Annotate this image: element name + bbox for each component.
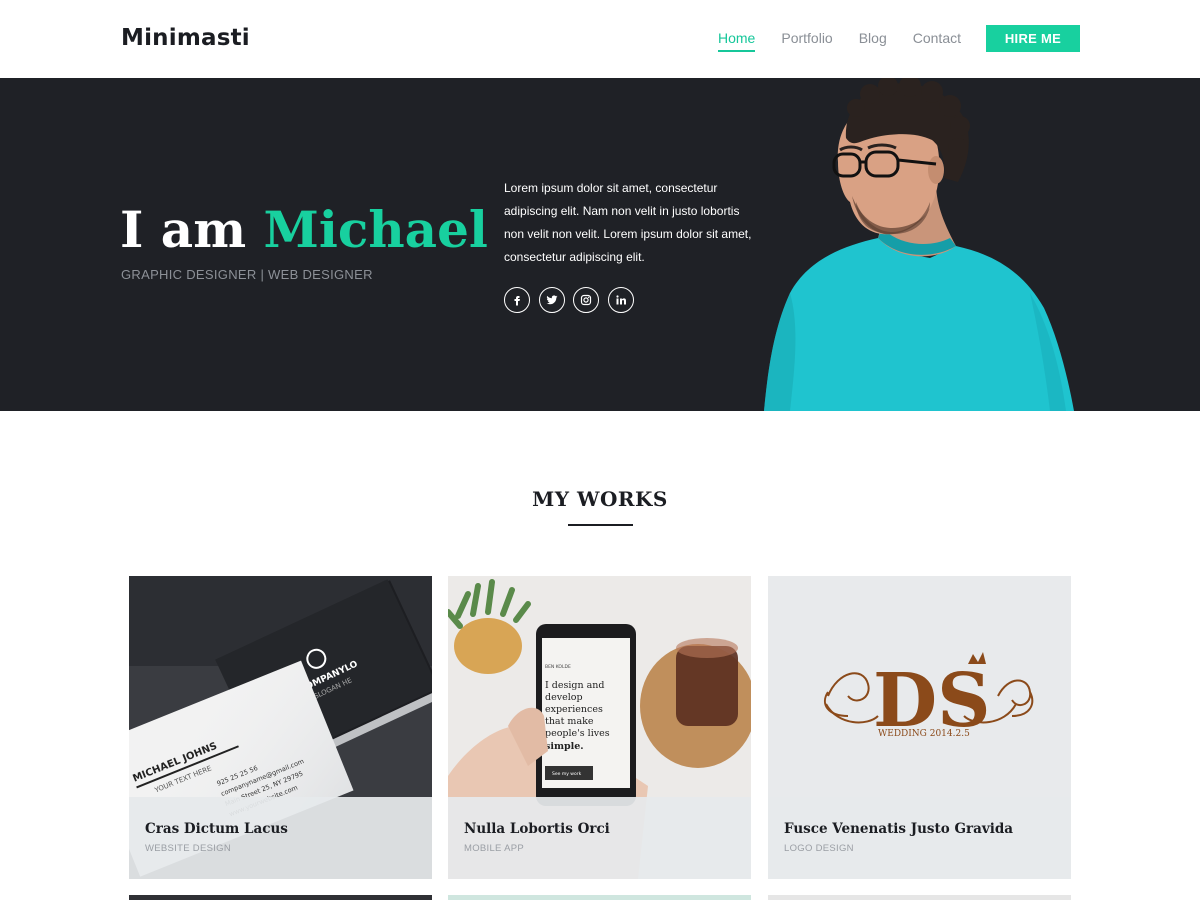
- card2-line2: develop: [545, 692, 583, 703]
- work-card-caption: Fusce Venenatis Justo Gravida LOGO DESIG…: [768, 797, 1071, 879]
- hero-title: I am Michael: [120, 200, 488, 259]
- hero-title-name: Michael: [263, 200, 488, 259]
- card2-line3: experiences: [545, 704, 603, 715]
- card2-line1: I design and: [545, 680, 604, 691]
- hero-subtitle: GRAPHIC DESIGNER | WEB DESIGNER: [121, 267, 373, 282]
- works-divider: [568, 524, 633, 526]
- linkedin-icon[interactable]: [607, 287, 634, 313]
- hero-title-prefix: I am: [120, 200, 247, 259]
- card2-line4: that make: [545, 716, 594, 727]
- card3-wedding-text: WEDDING 2014.2.5: [878, 729, 970, 739]
- work-category: LOGO DESIGN: [784, 843, 854, 854]
- main-nav: Home Portfolio Blog Contact: [718, 30, 987, 52]
- work-card-1[interactable]: COMPANYLO SLOGAN HE MICHAEL JOHNS YOUR T…: [129, 576, 432, 879]
- instagram-icon[interactable]: [573, 287, 599, 313]
- work-card-3[interactable]: DS WEDDING 2014.2.5 Fusce Venenatis Just…: [768, 576, 1071, 879]
- hero-section: I am Michael GRAPHIC DESIGNER | WEB DESI…: [0, 78, 1200, 411]
- work-title[interactable]: Fusce Venenatis Justo Gravida: [784, 821, 1013, 837]
- card2-brand-text: BEN KOLDE: [545, 664, 571, 670]
- work-card-2[interactable]: BEN KOLDE I design and develop experienc…: [448, 576, 751, 879]
- twitter-icon[interactable]: [538, 287, 565, 313]
- nav-home[interactable]: Home: [718, 30, 756, 52]
- nav-blog[interactable]: Blog: [859, 30, 887, 52]
- facebook-icon[interactable]: [504, 287, 530, 313]
- hire-me-button[interactable]: HIRE ME: [986, 25, 1080, 52]
- work-category: WEBSITE DESIGN: [145, 843, 232, 854]
- work-card-6-peek: [768, 895, 1071, 900]
- hero-description: Lorem ipsum dolor sit amet, consectetur …: [504, 181, 752, 264]
- work-card-4-peek: [129, 895, 432, 900]
- work-card-caption: Cras Dictum Lacus WEBSITE DESIGN: [129, 797, 432, 879]
- nav-contact[interactable]: Contact: [913, 30, 961, 52]
- social-links: [504, 287, 642, 313]
- work-card-5-peek: [448, 895, 751, 900]
- work-title[interactable]: Cras Dictum Lacus: [145, 821, 288, 837]
- works-heading: MY WORKS: [532, 487, 668, 511]
- work-card-caption: Nulla Lobortis Orci MOBILE APP: [448, 797, 751, 879]
- site-logo[interactable]: Minimasti: [121, 25, 250, 51]
- hero-portrait: [764, 78, 1074, 411]
- work-category: MOBILE APP: [464, 843, 525, 854]
- card2-button-text: See my work: [552, 771, 582, 777]
- card2-line5: people's lives: [545, 728, 610, 739]
- work-title[interactable]: Nulla Lobortis Orci: [464, 821, 610, 837]
- site-header: Minimasti Home Portfolio Blog Contact HI…: [0, 0, 1200, 78]
- nav-portfolio[interactable]: Portfolio: [781, 30, 832, 52]
- card2-line6: simple.: [545, 741, 584, 752]
